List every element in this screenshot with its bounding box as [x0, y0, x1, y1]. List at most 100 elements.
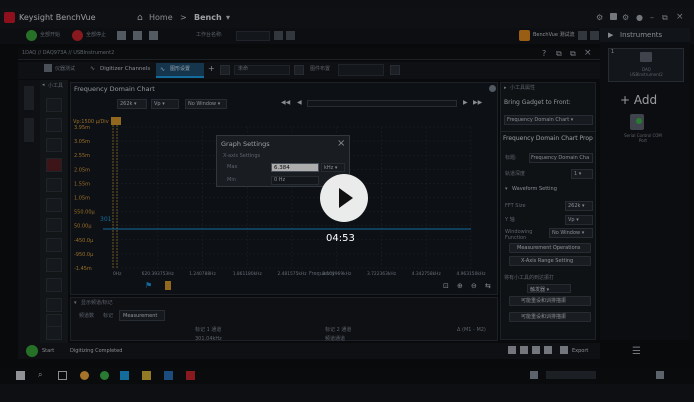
camera-icon[interactable] — [544, 346, 552, 354]
collapse-icon[interactable]: ▾ — [505, 186, 508, 192]
gadget-slider-icon[interactable] — [46, 198, 62, 212]
graph-settings-title: Graph Settings — [221, 140, 270, 148]
menu-icon[interactable]: ☰ — [632, 346, 641, 357]
tab-markers[interactable]: 标记 — [103, 314, 113, 319]
gadget-meter-icon[interactable] — [46, 98, 62, 112]
save-icon[interactable] — [520, 346, 528, 354]
bench-link[interactable]: Bench — [194, 14, 222, 22]
x-tick-label: 0Hz — [113, 271, 122, 277]
tab-digitizer-channels[interactable]: Digitizer Channels — [100, 66, 150, 73]
zoom-out-icon[interactable]: ⊖ — [471, 282, 477, 290]
instrument-path: 1DAQ // DAQ973A // USBInstrument2 — [22, 50, 115, 56]
chart-plot-svg[interactable]: 3.95m 3.05m 2.55m 2.05m 1.55m 1.05m 550.00μ 50.… — [71, 83, 499, 296]
maximize-icon[interactable]: ⧉ — [662, 13, 668, 23]
start-button[interactable]: Start — [42, 349, 54, 354]
gadget-bell-icon[interactable] — [46, 118, 62, 132]
gadget-wave-icon[interactable] — [46, 138, 62, 152]
tab-channels[interactable]: 频道数 — [79, 314, 94, 319]
app-icon[interactable] — [164, 371, 173, 380]
tray-icon[interactable] — [530, 371, 538, 379]
toolbar-tool-icon[interactable] — [578, 31, 587, 40]
chevron-down-icon[interactable]: ▾ — [226, 14, 230, 22]
bring-to-front-select[interactable]: Frequency Domain Chart ▾ — [504, 115, 593, 125]
task-view-icon[interactable] — [58, 371, 67, 380]
grid-icon[interactable] — [390, 65, 400, 75]
start-icon[interactable] — [26, 345, 38, 357]
export-button[interactable]: Export — [572, 349, 588, 354]
max-unit-select[interactable]: kHz ▾ — [321, 163, 345, 172]
edge-icon[interactable] — [120, 371, 129, 380]
notification-icon[interactable]: ⚙ — [596, 13, 603, 22]
windows-start-icon[interactable] — [16, 371, 25, 380]
gadget-range-icon[interactable] — [46, 238, 62, 252]
tool-select[interactable]: 触发器 ▾ — [527, 284, 571, 293]
settings-icon[interactable] — [508, 346, 516, 354]
export-icon[interactable] — [149, 31, 158, 40]
window-layout-icon[interactable] — [610, 13, 617, 20]
close-icon[interactable]: × — [337, 138, 345, 149]
x-tick-label: 1.861180kHz — [233, 271, 263, 277]
min-label: Min — [227, 177, 236, 183]
minimize-icon[interactable]: – — [650, 13, 654, 22]
gadget-spectrum-icon[interactable] — [46, 278, 62, 292]
open-icon[interactable] — [133, 31, 142, 40]
test-flow-link[interactable]: BenchVue 测试流 — [533, 33, 575, 38]
folder-icon[interactable] — [532, 346, 540, 354]
popout-icon[interactable]: ⧉ — [556, 49, 562, 59]
bench-name-input[interactable] — [236, 31, 270, 41]
start-all-icon[interactable] — [26, 30, 37, 41]
settings-icon[interactable]: ⚙ — [622, 13, 629, 22]
bench-tool-icon[interactable] — [274, 31, 283, 40]
stop-all-icon[interactable] — [72, 30, 83, 41]
close-icon[interactable]: × — [676, 12, 684, 22]
y-axis-prop-select[interactable]: Vp ▾ — [565, 215, 593, 225]
restore-icon[interactable]: ⧉ — [570, 49, 576, 59]
layout-icon[interactable] — [294, 65, 304, 75]
gadget-counter-icon[interactable] — [46, 218, 62, 232]
side-tab-icon[interactable] — [24, 86, 34, 110]
explorer-icon[interactable] — [142, 371, 151, 380]
save-icon[interactable] — [117, 31, 126, 40]
export-icon[interactable] — [560, 346, 568, 354]
fft-size-prop-select[interactable]: 262k ▾ — [565, 201, 593, 211]
home-icon[interactable]: ⌂ — [137, 13, 143, 23]
browser-icon[interactable] — [80, 371, 89, 380]
test-flow-icon[interactable] — [519, 30, 530, 41]
benchvue-taskbar-icon[interactable] — [186, 371, 195, 380]
add-tab-button[interactable]: + — [208, 65, 215, 73]
help-icon[interactable]: ● — [636, 13, 643, 22]
pan-icon[interactable]: ⇆ — [485, 282, 491, 290]
bench-tool-icon[interactable] — [286, 31, 295, 40]
zoom-fit-icon[interactable]: ⊡ — [443, 282, 449, 290]
notification-icon[interactable] — [656, 371, 664, 379]
close-icon[interactable]: × — [584, 48, 592, 58]
tab-instrument-test[interactable]: 仪器测试 — [55, 67, 75, 72]
video-play-button[interactable] — [320, 174, 368, 222]
collapse-icon[interactable]: ◂ — [42, 82, 45, 88]
marker-icon[interactable] — [165, 281, 171, 290]
home-link[interactable]: Home — [149, 14, 173, 22]
gadget-text-icon[interactable] — [46, 258, 62, 272]
trash-icon[interactable] — [46, 326, 62, 340]
marker-flag[interactable] — [111, 117, 121, 125]
instruments-panel: ▶ Instruments 1 DAQ USBInstrument2 + Add… — [600, 28, 690, 357]
gadget-chart-icon[interactable] — [46, 298, 62, 312]
chrome-icon[interactable] — [100, 371, 109, 380]
layout-selector[interactable] — [338, 64, 384, 76]
zoom-in-icon[interactable]: ⊕ — [457, 282, 463, 290]
start-all-button[interactable]: 全部开始 — [40, 33, 60, 38]
collapse-icon[interactable]: ▾ — [74, 300, 77, 306]
search-icon[interactable]: ⌕ — [38, 370, 42, 380]
gadget-alert-icon[interactable] — [46, 158, 62, 172]
channel-depth-select[interactable]: 1 ▾ — [571, 169, 593, 179]
side-tab-icon[interactable] — [24, 118, 34, 142]
tab-tool-icon[interactable] — [220, 65, 230, 75]
system-tray[interactable] — [546, 371, 596, 379]
gadget-lock-icon[interactable] — [46, 178, 62, 192]
collapse-icon[interactable]: ▸ — [504, 85, 507, 91]
toolbar-tool-icon[interactable] — [590, 31, 599, 40]
windowing-select[interactable]: No Window ▾ — [549, 228, 593, 238]
flag-icon[interactable]: ⚑ — [145, 281, 152, 290]
help-icon[interactable]: ? — [542, 49, 546, 58]
add-instrument-button[interactable]: + Add — [620, 94, 657, 106]
